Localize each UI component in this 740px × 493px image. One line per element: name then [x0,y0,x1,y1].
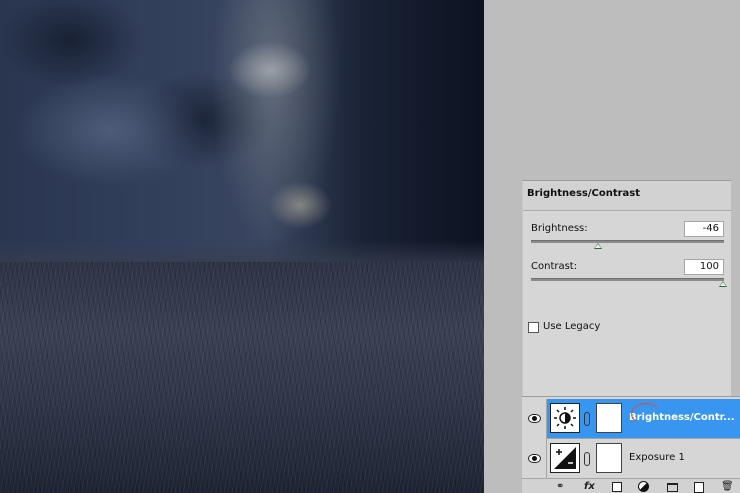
sky-highlight [210,0,340,250]
eye-icon [528,454,541,463]
layers-panel: Brightness/Contr... Exposure 1 ⚭ fx 🗑 [522,396,740,493]
contrast-slider[interactable] [531,278,724,281]
group-folder-icon[interactable] [667,483,678,492]
visibility-toggle[interactable] [522,399,547,439]
layer-row-brightness-contrast[interactable]: Brightness/Contr... [522,399,740,439]
highlight-circle [631,403,661,425]
use-legacy-checkbox[interactable] [528,322,539,333]
brightness-slider-thumb[interactable] [594,243,602,249]
contrast-slider-thumb[interactable] [719,281,727,287]
eye-icon [528,414,541,423]
properties-title: Brightness/Contrast [523,181,731,211]
layer-name[interactable]: Exposure 1 [629,452,737,463]
brightness-contrast-icon [550,403,580,433]
contrast-label: Contrast: [531,261,578,272]
use-legacy-label: Use Legacy [543,321,601,332]
link-icon[interactable] [584,412,590,426]
trash-icon[interactable]: 🗑 [721,481,734,493]
contrast-input[interactable]: 100 [684,259,724,275]
exposure-icon [550,443,580,473]
properties-panel: Brightness/Contrast Brightness: -46 Cont… [522,180,731,396]
layer-row-exposure[interactable]: Exposure 1 [522,439,740,479]
adjustment-layer-icon[interactable] [638,481,649,492]
fx-icon[interactable]: fx [584,481,595,493]
visibility-toggle[interactable] [522,439,547,479]
document-canvas[interactable] [0,0,484,493]
new-layer-icon[interactable] [694,482,704,493]
brightness-label: Brightness: [531,223,588,234]
layers-toolbar: ⚭ fx 🗑 [522,478,740,493]
brightness-slider[interactable] [531,240,724,243]
add-mask-icon[interactable] [612,482,622,492]
link-layers-icon[interactable]: ⚭ [556,481,564,493]
brightness-input[interactable]: -46 [684,221,724,237]
layer-mask-thumbnail[interactable] [596,403,622,433]
field-ground [0,262,484,493]
layer-mask-thumbnail[interactable] [596,443,622,473]
link-icon[interactable] [584,452,590,466]
